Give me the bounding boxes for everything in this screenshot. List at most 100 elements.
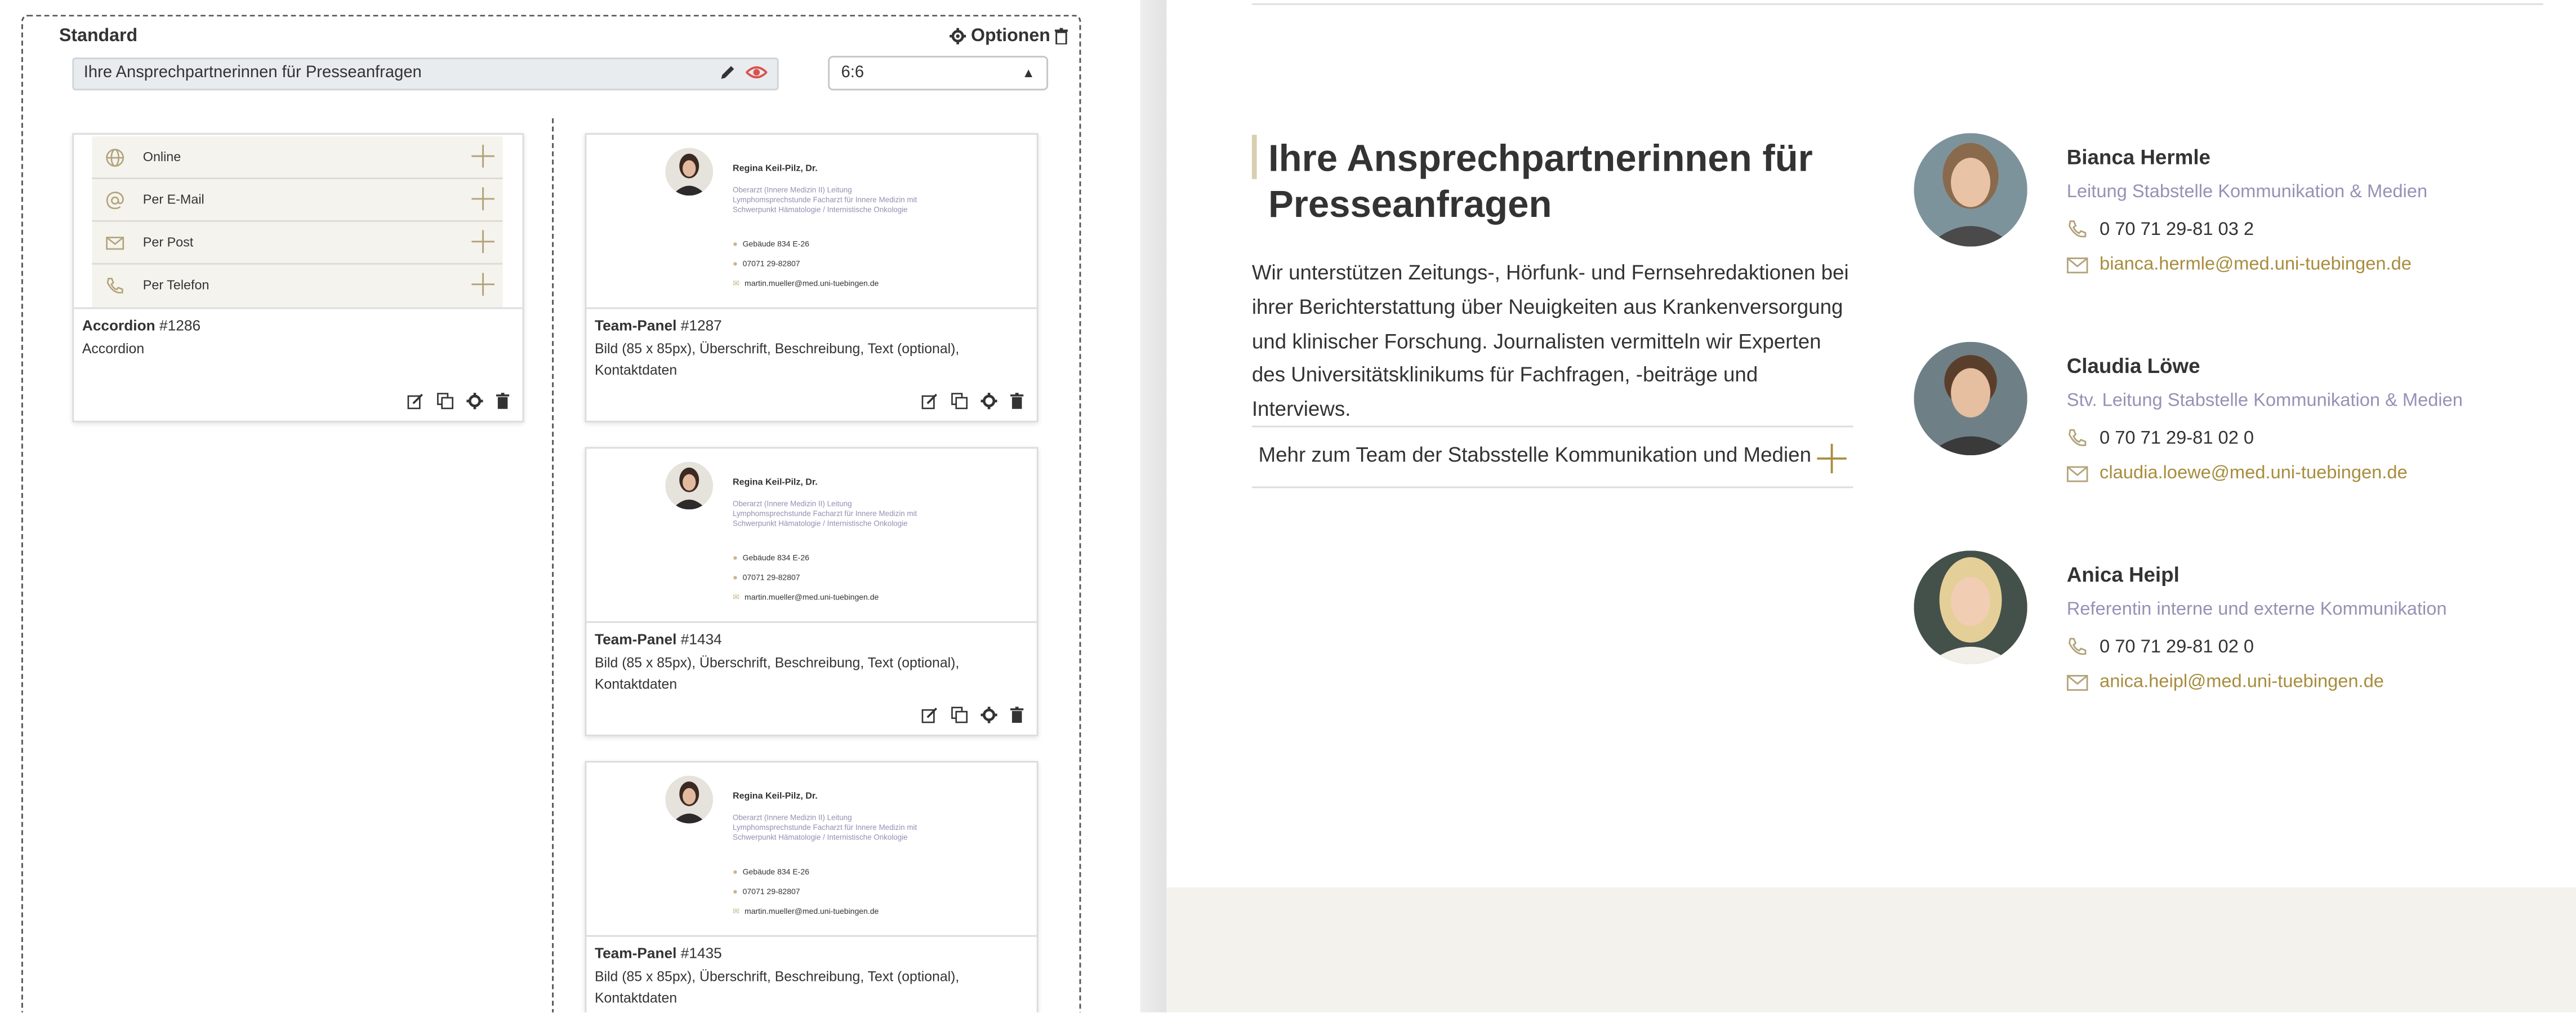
element-description: Accordion [82, 340, 145, 357]
element-type: Accordion [82, 317, 155, 334]
title-field-actions [720, 64, 768, 81]
gear-icon[interactable] [981, 393, 997, 410]
contact-role: Referentin interne und externe Kommunika… [2066, 599, 2447, 620]
element-title: Accordion #1286 [82, 317, 200, 334]
preview-email: ✉ martin.mueller@med.uni-tuebingen.de [733, 279, 879, 290]
avatar [665, 148, 714, 196]
trash-icon[interactable] [496, 393, 510, 409]
preview-description: Oberarzt (Innere Medizin II) Leitung Lym… [733, 813, 917, 842]
plus-icon[interactable] [1817, 443, 1847, 474]
contact-phone[interactable]: 0 70 71 29-81 03 2 [2067, 219, 2254, 240]
preview-name: Regina Keil-Pilz, Dr. [733, 792, 818, 802]
contact-name: Bianca Hermle [2066, 146, 2210, 170]
contact-card: Bianca Hermle Leitung Stabstelle Kommuni… [1914, 133, 2571, 274]
preview-address: ● Gebäude 834 E-26 [733, 239, 809, 250]
accordion-row-label: Per Telefon [142, 277, 210, 293]
contact-email[interactable]: anica.heipl@med.uni-tuebingen.de [2066, 672, 2384, 692]
page-footer-band [1166, 887, 2576, 1012]
element-description: Bild (85 x 85px), Überschrift, Beschreib… [594, 654, 960, 691]
contact-role: Leitung Stabstelle Kommunikation & Medie… [2066, 182, 2428, 202]
element-type: Team-Panel [594, 945, 677, 962]
element-toolbar [921, 707, 1024, 723]
accordion-row-label: Per Post [142, 235, 194, 250]
preview-description: Oberarzt (Innere Medizin II) Leitung Lym… [733, 185, 917, 215]
gear-icon[interactable] [950, 28, 966, 45]
accordion-row: Per Post [92, 222, 503, 265]
avatar [1914, 341, 2027, 456]
element-id: #1286 [159, 317, 201, 334]
accordion-row: Online [92, 136, 503, 179]
envelope-icon [2066, 465, 2088, 482]
accordion-element-card[interactable]: Online Per E-Mail Per Post Per Telefon A… [72, 133, 524, 423]
plus-icon [471, 187, 495, 211]
options-label[interactable]: Optionen [971, 26, 1050, 46]
accordion-label: Mehr zum Team der Stabsstelle Kommunikat… [1258, 443, 1812, 467]
trash-icon[interactable] [1055, 28, 1068, 45]
trash-icon[interactable] [1010, 393, 1024, 409]
pin-icon: ● [733, 554, 738, 564]
envelope-icon [2066, 674, 2088, 690]
preview-description: Oberarzt (Innere Medizin II) Leitung Lym… [733, 499, 917, 528]
accordion-row: Per Telefon [92, 265, 502, 308]
preview-name: Regina Keil-Pilz, Dr. [733, 164, 818, 175]
pane-divider[interactable] [1140, 0, 1169, 1012]
contact-phone[interactable]: 0 70 71 29-81 02 0 [2067, 427, 2254, 448]
gear-icon[interactable] [981, 707, 997, 723]
pencil-icon[interactable] [720, 64, 736, 81]
element-description: Bild (85 x 85px), Überschrift, Beschreib… [594, 968, 960, 1005]
element-id: #1434 [680, 631, 722, 648]
avatar [665, 775, 714, 824]
envelope-icon: ✉ [733, 907, 740, 917]
contact-phone[interactable]: 0 70 71 29-81 02 0 [2067, 636, 2254, 657]
contact-email[interactable]: claudia.loewe@med.uni-tuebingen.de [2066, 464, 2408, 483]
edit-icon[interactable] [921, 393, 938, 410]
gear-icon[interactable] [466, 393, 483, 410]
envelope-icon [2066, 256, 2088, 273]
column-ratio-select[interactable]: 6:6 ▲ [828, 56, 1049, 91]
element-toolbar [921, 393, 1024, 410]
preview-name: Regina Keil-Pilz, Dr. [733, 478, 818, 488]
copy-icon[interactable] [951, 707, 968, 723]
preview-phone: ● 07071 29-82807 [733, 259, 800, 270]
grid-title-value: Ihre Ansprechpartnerinnen für Presseanfr… [83, 64, 422, 82]
accordion-row-label: Online [142, 149, 181, 165]
phone-icon [106, 278, 123, 294]
edit-icon[interactable] [407, 393, 424, 410]
phone-icon [2068, 429, 2087, 446]
element-toolbar [407, 393, 510, 410]
element-type: Team-Panel [594, 631, 677, 648]
globe-icon [106, 149, 124, 167]
preview-email: ✉ martin.mueller@med.uni-tuebingen.de [733, 593, 879, 603]
contact-email[interactable]: bianca.hermle@med.uni-tuebingen.de [2066, 255, 2412, 274]
team-panel-card[interactable]: Regina Keil-Pilz, Dr. Oberarzt (Innere M… [585, 447, 1039, 736]
copy-icon[interactable] [437, 393, 453, 410]
pin-icon: ● [733, 239, 738, 250]
column-divider [552, 118, 554, 1012]
preview-address: ● Gebäude 834 E-26 [733, 554, 809, 564]
envelope-icon: ✉ [733, 593, 740, 603]
phone-icon [2068, 220, 2087, 238]
team-panel-card[interactable]: Regina Keil-Pilz, Dr. Oberarzt (Innere M… [585, 761, 1039, 1012]
phone-icon: ● [733, 259, 738, 270]
avatar [1914, 550, 2027, 664]
element-title: Team-Panel #1435 [595, 945, 722, 961]
edit-icon[interactable] [921, 707, 938, 723]
copy-icon[interactable] [951, 393, 968, 410]
grid-type-label: Standard [59, 26, 138, 46]
grid-title-field[interactable]: Ihre Ansprechpartnerinnen für Presseanfr… [72, 57, 779, 91]
eye-icon[interactable] [746, 64, 768, 81]
team-accordion-toggle[interactable]: Mehr zum Team der Stabsstelle Kommunikat… [1251, 425, 1853, 488]
pin-icon: ● [733, 868, 738, 878]
team-panel-card[interactable]: Regina Keil-Pilz, Dr. Oberarzt (Innere M… [585, 133, 1039, 423]
preview-phone: ● 07071 29-82807 [733, 574, 800, 584]
contact-card: Claudia Löwe Stv. Leitung Stabstelle Kom… [1914, 341, 2571, 483]
accordion-preview: Online Per E-Mail Per Post Per Telefon [92, 136, 503, 308]
grid-options[interactable]: Optionen [950, 26, 1068, 46]
trash-icon[interactable] [1010, 707, 1024, 723]
team-panel-preview: Regina Keil-Pilz, Dr. Oberarzt (Innere M… [586, 448, 1037, 623]
phone-icon: ● [733, 887, 738, 898]
envelope-icon: ✉ [733, 279, 740, 290]
select-arrows-icon: ▲ [1022, 65, 1035, 81]
frontend-preview: Ihre Ansprechpartnerinnen für Presseanfr… [1166, 0, 2576, 1012]
preview-email: ✉ martin.mueller@med.uni-tuebingen.de [733, 907, 879, 917]
